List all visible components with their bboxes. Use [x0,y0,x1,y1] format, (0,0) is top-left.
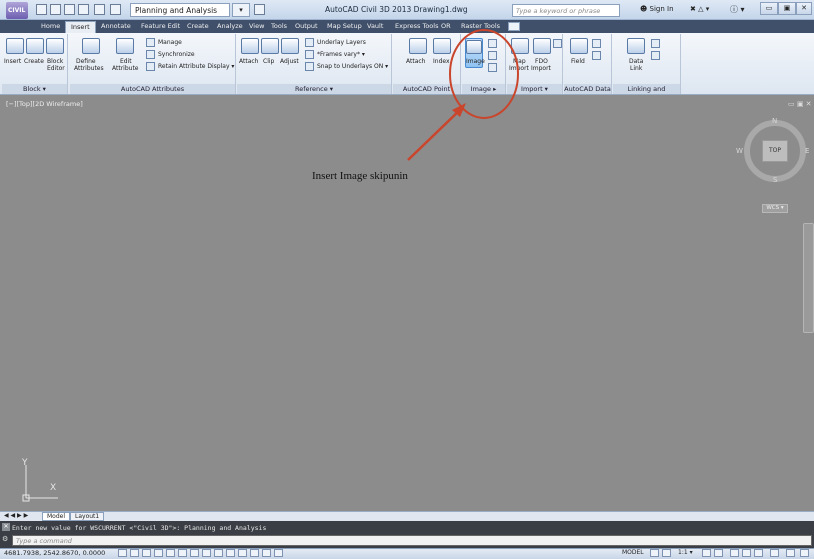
compass-south: S [773,176,778,184]
annotation-overlay [407,29,519,161]
layout-tab-bar [0,511,814,521]
status-bar-menu-icon[interactable] [786,549,795,557]
command-history: Enter new value for WSCURRENT <"Civil 3D… [12,524,267,532]
layout-nav-arrows[interactable]: ◀ ◀ ▶ ▶ [4,512,28,519]
ortho-mode-icon[interactable] [142,549,151,557]
coordinate-readout[interactable]: 4681.7938, 2542.8670, 0.0000 [4,549,105,557]
command-wrench-icon[interactable]: ⚙ [2,535,10,545]
object-snap-tracking-icon[interactable] [190,549,199,557]
model-space-button[interactable]: MODEL [622,549,644,556]
quick-view-drawings-icon[interactable] [662,549,671,557]
transparency-icon[interactable] [238,549,247,557]
annotation-scale-select[interactable]: 1:1 ▾ [678,549,693,556]
grid-display-icon[interactable] [130,549,139,557]
annotation-monitor-icon[interactable] [274,549,283,557]
toolbar-lock-icon[interactable] [742,549,751,557]
ucs-y-label: Y [22,458,28,468]
command-close-icon[interactable]: ✕ [2,523,10,531]
compass-east: E [805,147,810,155]
quick-properties-icon[interactable] [250,549,259,557]
polar-tracking-icon[interactable] [154,549,163,557]
ucs-x-label: X [50,483,57,493]
quick-view-layouts-icon[interactable] [650,549,659,557]
3d-object-snap-icon[interactable] [178,549,187,557]
dynamic-ucs-icon[interactable] [202,549,211,557]
command-input[interactable]: Type a command [12,535,812,546]
wcs-menu[interactable]: WCS ▾ [762,204,788,213]
annotation-arrow-line [407,107,463,161]
object-snap-icon[interactable] [166,549,175,557]
dynamic-input-icon[interactable] [214,549,223,557]
annotation-text: Insert Image skipunin [312,170,408,182]
compass-west: W [736,147,743,155]
viewcube-top-face[interactable]: TOP [762,140,788,162]
selection-cycling-icon[interactable] [262,549,271,557]
workspace-switching-icon[interactable] [730,549,739,557]
annotation-visibility-icon[interactable] [702,549,711,557]
compass-north: N [772,117,778,125]
lineweight-icon[interactable] [226,549,235,557]
navigation-bar[interactable] [803,223,814,333]
isolate-objects-icon[interactable] [770,549,779,557]
tab-model[interactable]: Model [42,512,71,521]
command-prompt: Type a command [16,537,72,545]
auto-scale-icon[interactable] [714,549,723,557]
highlight-circle [449,29,519,119]
snap-mode-icon[interactable] [118,549,127,557]
hardware-acceleration-icon[interactable] [754,549,763,557]
tab-layout1[interactable]: Layout1 [70,512,105,521]
clean-screen-icon[interactable] [800,549,809,557]
